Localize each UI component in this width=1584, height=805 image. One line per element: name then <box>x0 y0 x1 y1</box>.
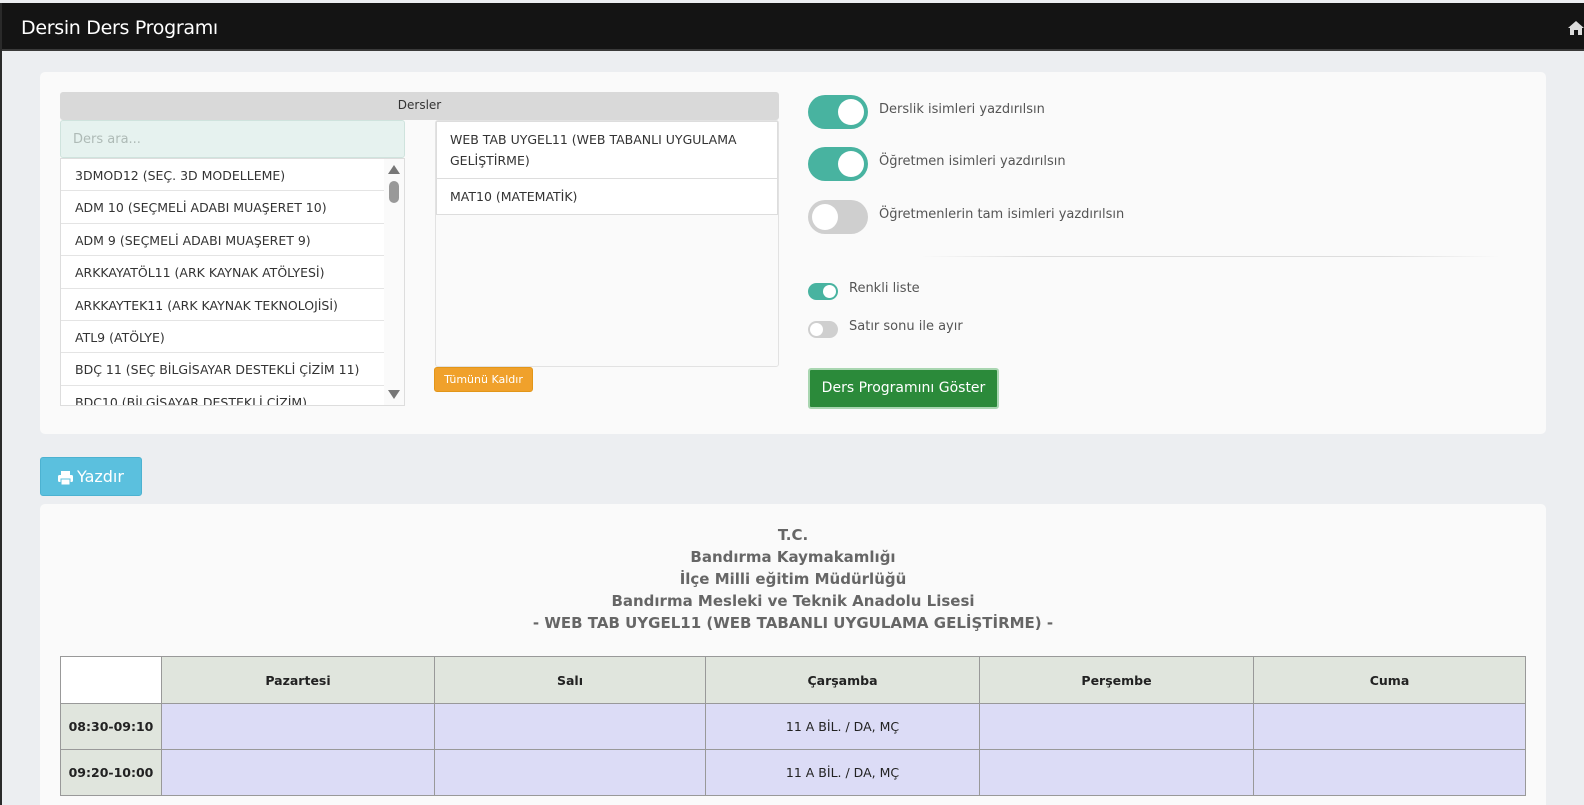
selected-course-item[interactable]: MAT10 (MATEMATİK) <box>436 178 778 215</box>
list-item[interactable]: ADM 9 (SEÇMELİ ADABI MUAŞERET 9) <box>61 223 386 257</box>
remove-all-button[interactable]: Tümünü Kaldır <box>434 367 533 392</box>
timetable-header-row: Pazartesi Salı Çarşamba Perşembe Cuma <box>60 656 1526 704</box>
classroom-names-toggle[interactable] <box>808 95 868 129</box>
report-header: T.C. Bandırma Kaymakamlığı İlçe Milli eğ… <box>40 524 1546 634</box>
list-item[interactable]: ARKKAYTEK11 (ARK KAYNAK TEKNOLOJİSİ) <box>61 288 386 321</box>
lesson-cell <box>1253 749 1526 796</box>
day-header: Çarşamba <box>705 656 980 704</box>
lesson-cell <box>434 749 706 796</box>
list-item[interactable]: ATL9 (ATÖLYE) <box>61 320 386 354</box>
corner-cell <box>60 656 162 704</box>
lesson-cell <box>979 703 1254 750</box>
day-header: Cuma <box>1253 656 1526 704</box>
print-button[interactable]: Yazdır <box>40 457 142 496</box>
teacher-names-toggle[interactable] <box>808 147 868 181</box>
scroll-thumb[interactable] <box>389 181 399 203</box>
report-line-1: T.C. <box>777 526 809 544</box>
lesson-cell <box>1253 703 1526 750</box>
line-break-toggle[interactable] <box>808 321 838 338</box>
timetable-panel: T.C. Bandırma Kaymakamlığı İlçe Milli eğ… <box>40 504 1546 805</box>
toggle-knob <box>810 323 823 336</box>
print-icon <box>58 470 73 485</box>
colored-list-toggle[interactable] <box>808 283 838 300</box>
courses-header: Dersler <box>60 92 779 120</box>
left-edge <box>0 3 2 805</box>
lesson-cell <box>161 749 435 796</box>
options-divider <box>920 256 1500 257</box>
report-line-3: İlçe Milli eğitim Müdürlüğü <box>679 570 907 588</box>
line-break-label: Satır sonu ile ayır <box>849 319 963 334</box>
list-item[interactable]: BDÇ 11 (SEÇ BİLGİSAYAR DESTEKLİ ÇİZİM 11… <box>61 353 386 386</box>
course-search-input[interactable] <box>60 120 405 158</box>
settings-panel: Dersler 3DMOD12 (SEÇ. 3D MODELLEME) ADM … <box>40 72 1546 434</box>
report-line-5: - WEB TAB UYGEL11 (WEB TABANLI UYGULAMA … <box>532 614 1054 632</box>
lesson-cell <box>161 703 435 750</box>
colored-list-label: Renkli liste <box>849 281 920 296</box>
list-item[interactable]: 3DMOD12 (SEÇ. 3D MODELLEME) <box>61 159 386 192</box>
show-schedule-button[interactable]: Ders Programını Göster <box>808 368 999 409</box>
selected-courses-box: WEB TAB UYGEL11 (WEB TABANLI UYGULAMA GE… <box>435 120 779 367</box>
timetable: Pazartesi Salı Çarşamba Perşembe Cuma 08… <box>60 656 1526 796</box>
scroll-down-icon[interactable] <box>388 390 400 399</box>
time-cell: 08:30-09:10 <box>60 703 162 750</box>
classroom-names-label: Derslik isimleri yazdırılsın <box>879 102 1045 117</box>
teacher-full-names-label: Öğretmenlerin tam isimleri yazdırılsın <box>879 207 1125 222</box>
lesson-cell: 11 A BİL. / DA, MÇ <box>705 749 980 796</box>
list-item[interactable]: ARKKAYATÖL11 (ARK KAYNAK ATÖLYESİ) <box>61 256 386 289</box>
day-header: Salı <box>434 656 706 704</box>
course-list[interactable]: 3DMOD12 (SEÇ. 3D MODELLEME) ADM 10 (SEÇM… <box>60 158 405 406</box>
teacher-full-names-toggle[interactable] <box>808 200 868 234</box>
teacher-names-label: Öğretmen isimleri yazdırılsın <box>879 154 1066 169</box>
scroll-up-icon[interactable] <box>388 165 400 174</box>
selected-course-item[interactable]: WEB TAB UYGEL11 (WEB TABANLI UYGULAMA GE… <box>436 121 778 179</box>
report-line-4: Bandırma Mesleki ve Teknik Anadolu Lises… <box>611 592 975 610</box>
day-header: Pazartesi <box>161 656 435 704</box>
lesson-cell: 11 A BİL. / DA, MÇ <box>705 703 980 750</box>
page-title: Dersin Ders Programı <box>21 17 218 39</box>
list-item[interactable]: BDC10 (BİLGİSAYAR DESTEKLİ ÇİZİM) <box>61 385 386 405</box>
time-cell: 09:20-10:00 <box>60 749 162 796</box>
day-header: Perşembe <box>979 656 1254 704</box>
report-line-2: Bandırma Kaymakamlığı <box>690 548 896 566</box>
toggle-knob <box>812 204 838 230</box>
top-navbar: Dersin Ders Programı <box>2 3 1584 51</box>
list-item[interactable]: ADM 10 (SEÇMELİ ADABI MUAŞERET 10) <box>61 191 386 224</box>
lesson-cell <box>979 749 1254 796</box>
lesson-cell <box>434 703 706 750</box>
table-row: 09:20-10:00 11 A BİL. / DA, MÇ <box>60 749 1526 796</box>
list-scrollbar[interactable] <box>384 159 404 405</box>
table-row: 08:30-09:10 11 A BİL. / DA, MÇ <box>60 703 1526 750</box>
print-label: Yazdır <box>77 467 124 486</box>
toggle-knob <box>823 285 836 298</box>
home-icon[interactable] <box>1568 20 1584 36</box>
toggle-knob <box>838 151 864 177</box>
toggle-knob <box>838 99 864 125</box>
